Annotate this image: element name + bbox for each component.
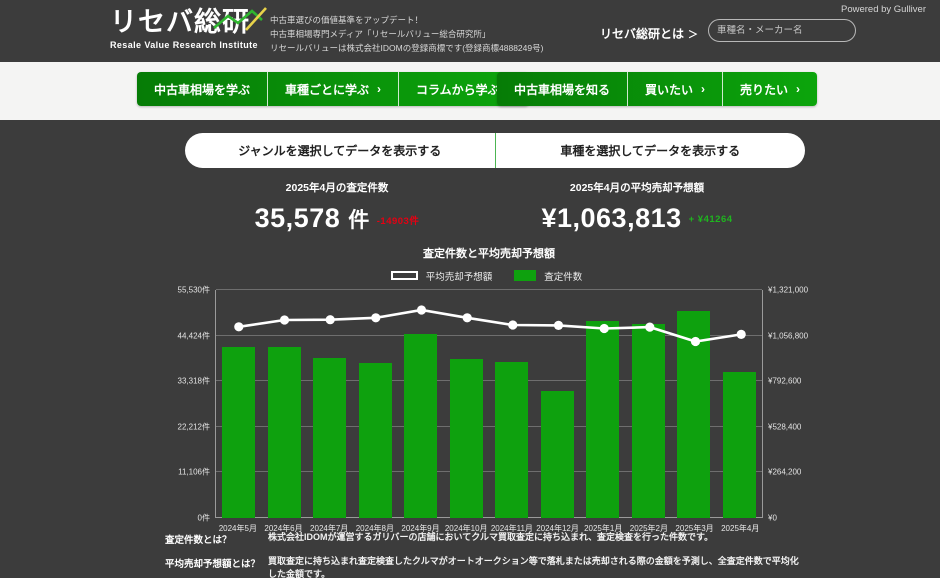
legend-bar-swatch: [514, 270, 536, 281]
chevron-right-icon: ›: [796, 82, 800, 96]
legend-line-swatch: [391, 271, 418, 280]
line-point-2025年2月[interactable]: [645, 323, 654, 332]
tagline-line: 中古車相場専門メディア「リセールバリュー総合研究所」: [270, 27, 543, 41]
stat-title: 2025年4月の平均売却予想額: [477, 180, 797, 195]
line-point-2025年4月[interactable]: [737, 330, 746, 339]
y-axis-tick-left: 33,318件: [158, 376, 210, 387]
y-axis-tick-left: 55,530件: [158, 285, 210, 296]
stat-value: ¥1,063,813+ ¥41264: [477, 203, 797, 234]
y-axis-tick-right: ¥792,600: [768, 377, 818, 386]
tagline-line: 中古車選びの価値基準をアップデート！: [270, 13, 543, 27]
nav-item-learn-by-model[interactable]: 車種ごとに学ぶ›: [267, 72, 398, 106]
chevron-right-icon: ＞: [688, 30, 698, 41]
legend-label: 平均売却予想額: [426, 269, 493, 283]
nav-item-know-market[interactable]: 中古車相場を知る: [497, 72, 627, 106]
glossary-row: 査定件数とは？ 株式会社IDOMが運営するガリバーの店舗においてクルマ買取査定に…: [165, 531, 805, 546]
site-logo-title: リセバ総研: [110, 7, 280, 38]
chevron-right-icon: ›: [377, 82, 381, 96]
stat-title: 2025年4月の査定件数: [177, 180, 497, 195]
plot-area-wrap: 0件¥011,106件¥264,20022,212件¥528,40033,318…: [160, 290, 813, 518]
glossary-row: 平均売却予想額とは？ 買取査定に持ち込まれ査定検査したクルマがオートオークション…: [165, 555, 805, 578]
nav-item-want-to-buy[interactable]: 買いたい›: [627, 72, 722, 106]
chart-title: 査定件数と平均売却予想額: [160, 245, 813, 261]
tab-select-by-model[interactable]: 車種を選択してデータを表示する: [495, 133, 806, 168]
chart-legend: 平均売却予想額 査定件数: [160, 269, 813, 282]
y-axis-tick-left: 0件: [158, 513, 210, 524]
glossary-description: 株式会社IDOMが運営するガリバーの店舗においてクルマ買取査定に持ち込まれ、査定…: [268, 531, 805, 546]
site-logo-subtitle: Resale Value Research Institute: [110, 40, 280, 50]
stat-average-resale-price: 2025年4月の平均売却予想額 ¥1,063,813+ ¥41264: [477, 180, 797, 234]
about-link[interactable]: リセバ総研とは＞: [600, 25, 698, 42]
line-point-2024年5月[interactable]: [234, 322, 243, 331]
data-view-tabs: ジャンルを選択してデータを表示する 車種を選択してデータを表示する: [185, 133, 805, 168]
y-axis-tick-left: 22,212件: [158, 421, 210, 432]
chart-section: 査定件数と平均売却予想額 平均売却予想額 査定件数 0件¥011,106件¥26…: [160, 245, 813, 534]
site-logo[interactable]: リセバ総研 Resale Value Research Institute: [110, 7, 280, 50]
line-point-2024年7月[interactable]: [326, 315, 335, 324]
powered-by-credit: Powered by Gulliver: [841, 4, 926, 15]
glossary-term: 平均売却予想額とは？: [165, 555, 260, 578]
y-axis-tick-right: ¥1,321,000: [768, 286, 818, 295]
tagline-line: リセールバリューは株式会社IDOMの登録商標です(登録商標4888249号): [270, 41, 543, 55]
stat-delta: + ¥41264: [689, 214, 733, 225]
chevron-right-icon: ›: [701, 82, 705, 96]
y-axis-tick-right: ¥1,056,800: [768, 331, 818, 340]
line-point-2025年3月[interactable]: [691, 337, 700, 346]
nav-group-know: 中古車相場を知る 買いたい› 売りたい›: [497, 72, 817, 106]
glossary-term: 査定件数とは？: [165, 531, 260, 546]
y-axis-tick-left: 44,424件: [158, 330, 210, 341]
nav-group-learn: 中古車相場を学ぶ 車種ごとに学ぶ› コラムから学ぶ›: [137, 72, 529, 106]
line-point-2024年10月[interactable]: [463, 313, 472, 322]
line-series[interactable]: [216, 290, 764, 518]
glossary-description: 買取査定に持ち込まれ査定検査したクルマがオートオークション等で落札または売却され…: [268, 555, 805, 578]
line-point-2024年6月[interactable]: [280, 315, 289, 324]
legend-label: 査定件数: [544, 269, 582, 283]
plot-area: [215, 290, 763, 518]
stat-delta: -14903件: [377, 216, 420, 227]
y-axis-tick-right: ¥264,200: [768, 468, 818, 477]
stat-value: 35,578 件-14903件: [177, 203, 497, 234]
line-point-2024年11月[interactable]: [508, 320, 517, 329]
nav-item-learn-market[interactable]: 中古車相場を学ぶ: [137, 72, 267, 106]
tab-select-by-genre[interactable]: ジャンルを選択してデータを表示する: [185, 133, 495, 168]
glossary-footer: 査定件数とは？ 株式会社IDOMが運営するガリバーの店舗においてクルマ買取査定に…: [165, 531, 805, 578]
nav-item-want-to-sell[interactable]: 売りたい›: [722, 72, 817, 106]
line-point-2024年12月[interactable]: [554, 321, 563, 330]
line-point-2025年1月[interactable]: [600, 324, 609, 333]
y-axis-tick-right: ¥528,400: [768, 422, 818, 431]
line-point-2024年8月[interactable]: [371, 313, 380, 322]
y-axis-tick-left: 11,106件: [158, 467, 210, 478]
header-tagline: 中古車選びの価値基準をアップデート！ 中古車相場専門メディア「リセールバリュー総…: [270, 13, 543, 55]
search-box[interactable]: [708, 19, 856, 42]
line-point-2024年9月[interactable]: [417, 305, 426, 314]
y-axis-tick-right: ¥0: [768, 514, 818, 523]
search-input[interactable]: [717, 25, 849, 36]
stat-assessment-count: 2025年4月の査定件数 35,578 件-14903件: [177, 180, 497, 234]
